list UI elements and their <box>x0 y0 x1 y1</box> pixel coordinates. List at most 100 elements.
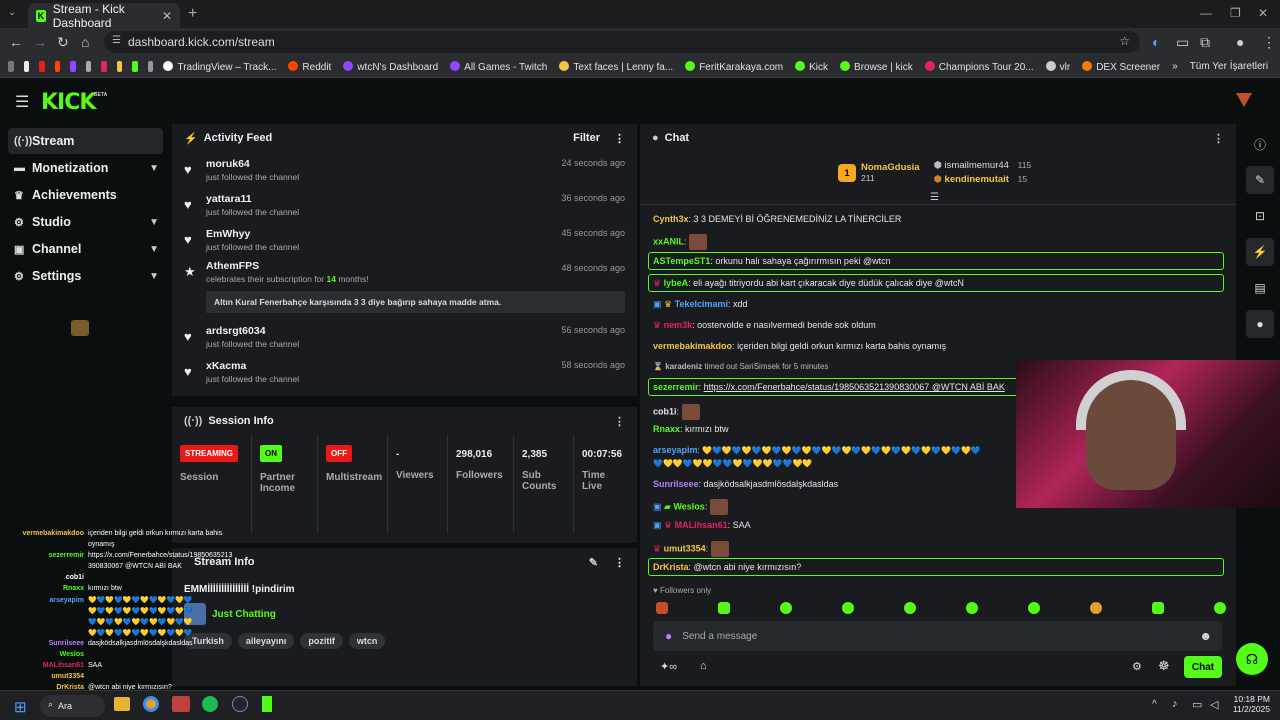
bookmark-link[interactable]: TradingView – Track... <box>163 60 276 73</box>
bookmark-link[interactable]: FeritKarakaya.com <box>685 60 783 73</box>
store-icon[interactable]: ⌂ <box>700 660 707 672</box>
app-icon[interactable] <box>262 696 272 712</box>
sidebar-item-stream[interactable]: ((·)) Stream <box>8 128 163 154</box>
tray-chevron-icon[interactable]: ^ <box>1152 699 1157 710</box>
all-bookmarks[interactable]: Tüm Yer İşaretleri <box>1190 61 1268 72</box>
sidebar-item-achievements[interactable]: ♛ Achievements <box>8 182 163 208</box>
emote-icon[interactable] <box>1028 602 1040 614</box>
bookmark-link[interactable]: vlr <box>1045 60 1070 73</box>
forward-icon[interactable]: → <box>33 34 47 50</box>
x-icon[interactable] <box>23 61 30 72</box>
file-explorer-icon[interactable] <box>114 697 130 711</box>
bookmark-icon[interactable] <box>85 61 92 72</box>
tab-search-icon[interactable]: ⌄ <box>8 7 16 18</box>
apps-grid-icon[interactable] <box>8 61 14 72</box>
stream-info-more-icon[interactable]: ⋮ <box>614 556 625 569</box>
extension-icon[interactable]: ◐ <box>1152 34 1160 50</box>
emote-icon[interactable] <box>656 602 668 614</box>
bookmark-link[interactable]: Kick <box>795 60 828 73</box>
microphone-icon[interactable]: ♪ <box>1172 698 1178 710</box>
clock[interactable]: 10:18 PM 11/2/2025 <box>1226 694 1270 714</box>
bookmark-link[interactable]: wtcN's Dashboard <box>343 60 438 73</box>
app-icon[interactable] <box>172 696 190 712</box>
sidebar-item-studio[interactable]: ⚙ Studio ▼ <box>8 209 163 235</box>
emote-icon[interactable] <box>718 602 730 614</box>
activity-bolt-icon[interactable]: ⚡ <box>1246 238 1274 266</box>
reload-icon[interactable]: ↻ <box>57 34 69 51</box>
collapse-chevron-icon[interactable]: ☰ <box>930 192 939 203</box>
info-icon[interactable]: ⓘ <box>1246 130 1274 158</box>
maximize-icon[interactable]: ❐ <box>1230 6 1241 20</box>
reddit-icon[interactable] <box>54 61 61 72</box>
chat-link[interactable]: https://x.com/Fenerbahce/status/19850635… <box>704 382 1005 392</box>
bookmark-link[interactable]: Reddit <box>288 60 331 73</box>
spotify-icon[interactable] <box>202 696 218 712</box>
capture-icon[interactable]: ⊡ <box>1246 202 1274 230</box>
hamburger-menu-icon[interactable]: ☰ <box>15 92 29 112</box>
browser-tab[interactable]: K Stream - Kick Dashboard ✕ <box>28 2 180 30</box>
chat-more-icon[interactable]: ⋮ <box>1213 132 1224 145</box>
tag[interactable]: aileyayını <box>237 633 295 649</box>
tab-close-icon[interactable]: ✕ <box>162 9 172 23</box>
volume-icon[interactable]: ◁ <box>1210 698 1218 711</box>
youtube-icon[interactable] <box>39 61 45 72</box>
taskbar-search[interactable]: ⌕ Ara <box>40 695 105 717</box>
tag[interactable]: wtcn <box>348 633 386 649</box>
bookmark-link[interactable]: Browse | kick <box>840 60 913 73</box>
bookmark-icon[interactable] <box>116 61 123 72</box>
extension-icon[interactable]: ▭ <box>1176 34 1189 51</box>
chat-bubble-icon[interactable]: ● <box>1246 310 1274 338</box>
new-tab-icon[interactable]: + <box>188 5 197 23</box>
profile-avatar-icon[interactable]: ● <box>1236 34 1244 50</box>
minimize-icon[interactable]: — <box>1200 6 1212 20</box>
sidebar-item-settings[interactable]: ⚙ Settings ▼ <box>8 263 163 289</box>
emote-icon[interactable] <box>1090 602 1102 614</box>
steam-icon[interactable] <box>232 696 248 712</box>
bookmark-link[interactable]: Champions Tour 20... <box>924 60 1034 73</box>
bookmark-icon[interactable] <box>101 61 107 72</box>
url-bar[interactable]: ☰ dashboard.kick.com/stream ☆ <box>104 31 1140 53</box>
kick-logo[interactable]: KICK <box>41 90 96 115</box>
chat-settings-gear-icon[interactable]: ⚙ <box>1132 660 1142 673</box>
emote-icon[interactable] <box>1152 602 1164 614</box>
twitch-icon[interactable] <box>70 61 76 72</box>
bookmark-link[interactable]: All Games - Twitch <box>450 60 547 73</box>
bookmark-link[interactable]: DEX Screener <box>1082 60 1160 73</box>
support-headset-icon[interactable]: ☊ <box>1236 643 1268 675</box>
chat-input[interactable]: ● Send a message ☻ <box>653 621 1222 651</box>
back-icon[interactable]: ← <box>9 34 23 50</box>
activity-more-icon[interactable]: ⋮ <box>614 132 625 145</box>
network-icon[interactable]: ▭ <box>1192 698 1202 711</box>
bookmark-star-icon[interactable]: ☆ <box>1119 34 1130 48</box>
sidebar-item-monetization[interactable]: ▬ Monetization ▼ <box>8 155 163 181</box>
site-info-icon[interactable]: ☰ <box>112 35 121 46</box>
emote-icon[interactable] <box>904 602 916 614</box>
edit-pencil-icon[interactable]: ✎ <box>589 556 598 569</box>
bookmark-link[interactable]: Text faces | Lenny fa... <box>559 60 673 73</box>
emote-icon[interactable] <box>842 602 854 614</box>
gift-icon[interactable]: ✦∞ <box>660 660 677 673</box>
menu-dots-icon[interactable]: ⋮ <box>1262 34 1276 51</box>
edit-pencil-icon[interactable]: ✎ <box>1246 166 1274 194</box>
session-more-icon[interactable]: ⋮ <box>614 415 625 428</box>
emote-icon[interactable] <box>1214 602 1226 614</box>
emote-icon <box>689 234 708 250</box>
filter-button[interactable]: Filter <box>573 132 600 144</box>
microphone-icon[interactable]: ● <box>665 629 672 643</box>
sidebar-item-channel[interactable]: ▣ Channel ▼ <box>8 236 163 262</box>
close-window-icon[interactable]: ✕ <box>1258 6 1268 20</box>
bookmark-icon[interactable] <box>132 61 138 72</box>
home-icon[interactable]: ⌂ <box>81 34 89 50</box>
tag[interactable]: pozitif <box>300 633 343 649</box>
emote-icon[interactable] <box>780 602 792 614</box>
emoji-picker-icon[interactable]: ☻ <box>1199 629 1212 643</box>
bookmarks-overflow-icon[interactable]: » <box>1172 61 1178 72</box>
chrome-icon[interactable] <box>143 696 159 712</box>
windows-start-icon[interactable]: ⊞ <box>14 698 27 716</box>
chat-users-icon[interactable]: ☸ <box>1158 658 1170 674</box>
extensions-puzzle-icon[interactable]: ⧉ <box>1200 34 1210 51</box>
chat-send-button[interactable]: Chat <box>1184 656 1222 678</box>
emote-icon[interactable] <box>966 602 978 614</box>
bookmark-icon[interactable] <box>147 61 154 72</box>
document-icon[interactable]: ▤ <box>1246 274 1274 302</box>
